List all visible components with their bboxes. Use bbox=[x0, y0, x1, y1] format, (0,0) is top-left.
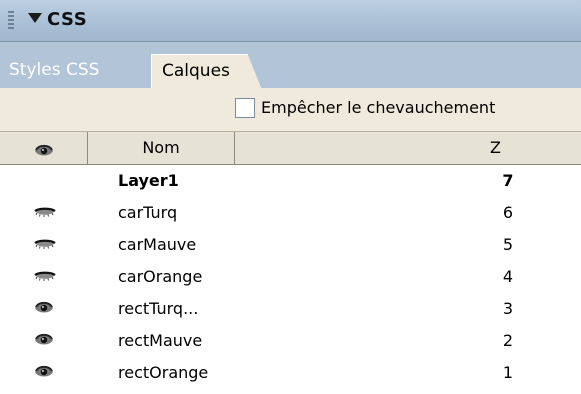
eye-icon[interactable] bbox=[34, 363, 54, 381]
prevent-overlap-label[interactable]: Empêcher le chevauchement bbox=[261, 98, 495, 117]
layer-row[interactable]: carTurq 6 bbox=[0, 197, 581, 229]
layer-z: 3 bbox=[502, 299, 514, 318]
closed-eye-icon[interactable] bbox=[34, 235, 56, 253]
tab-calques[interactable]: Calques bbox=[151, 54, 262, 90]
prevent-overlap-checkbox[interactable] bbox=[235, 98, 255, 118]
column-visibility[interactable] bbox=[0, 132, 88, 164]
layer-name: Layer1 bbox=[118, 171, 179, 190]
layer-row[interactable]: carMauve 5 bbox=[0, 229, 581, 261]
panel-header[interactable]: CSS bbox=[0, 0, 581, 42]
layer-name: carMauve bbox=[118, 235, 197, 254]
layer-z: 2 bbox=[502, 331, 514, 350]
eye-icon[interactable] bbox=[34, 299, 54, 317]
layer-row[interactable]: rectMauve 2 bbox=[0, 325, 581, 357]
layer-z: 4 bbox=[502, 267, 514, 286]
layer-z: 6 bbox=[502, 203, 514, 222]
layer-row[interactable]: rectOrange 1 bbox=[0, 357, 581, 389]
layer-row[interactable]: rectTurq... 3 bbox=[0, 293, 581, 325]
layer-row[interactable]: Layer1 7 bbox=[0, 165, 581, 197]
layer-z: 5 bbox=[502, 235, 514, 254]
layers-panel: CSS Styles CSS Calques Empêcher le cheva… bbox=[0, 0, 581, 394]
layers-list: Layer1 7 carTurq 6 carMauve 5 carOrange … bbox=[0, 165, 581, 389]
layer-name: carOrange bbox=[118, 267, 203, 286]
layer-name: carTurq bbox=[118, 203, 178, 222]
closed-eye-icon[interactable] bbox=[34, 267, 56, 285]
options-row: Empêcher le chevauchement bbox=[0, 88, 581, 132]
closed-eye-icon[interactable] bbox=[34, 203, 56, 221]
layer-z: 7 bbox=[502, 171, 514, 190]
eye-icon[interactable] bbox=[34, 331, 54, 349]
column-headers: Nom Z bbox=[0, 132, 581, 165]
layer-name: rectMauve bbox=[118, 331, 203, 350]
column-z[interactable]: Z bbox=[235, 132, 581, 164]
tab-bar: Styles CSS Calques bbox=[0, 42, 581, 90]
panel-title: CSS bbox=[47, 9, 88, 30]
layer-name: rectOrange bbox=[118, 363, 209, 382]
tab-styles-css[interactable]: Styles CSS bbox=[9, 54, 99, 88]
column-name[interactable]: Nom bbox=[88, 132, 235, 164]
layer-name: rectTurq... bbox=[118, 299, 199, 318]
collapse-arrow-icon[interactable] bbox=[28, 13, 42, 23]
layer-row[interactable]: carOrange 4 bbox=[0, 261, 581, 293]
grip-handle-icon[interactable] bbox=[8, 11, 14, 29]
layer-z: 1 bbox=[502, 363, 514, 382]
